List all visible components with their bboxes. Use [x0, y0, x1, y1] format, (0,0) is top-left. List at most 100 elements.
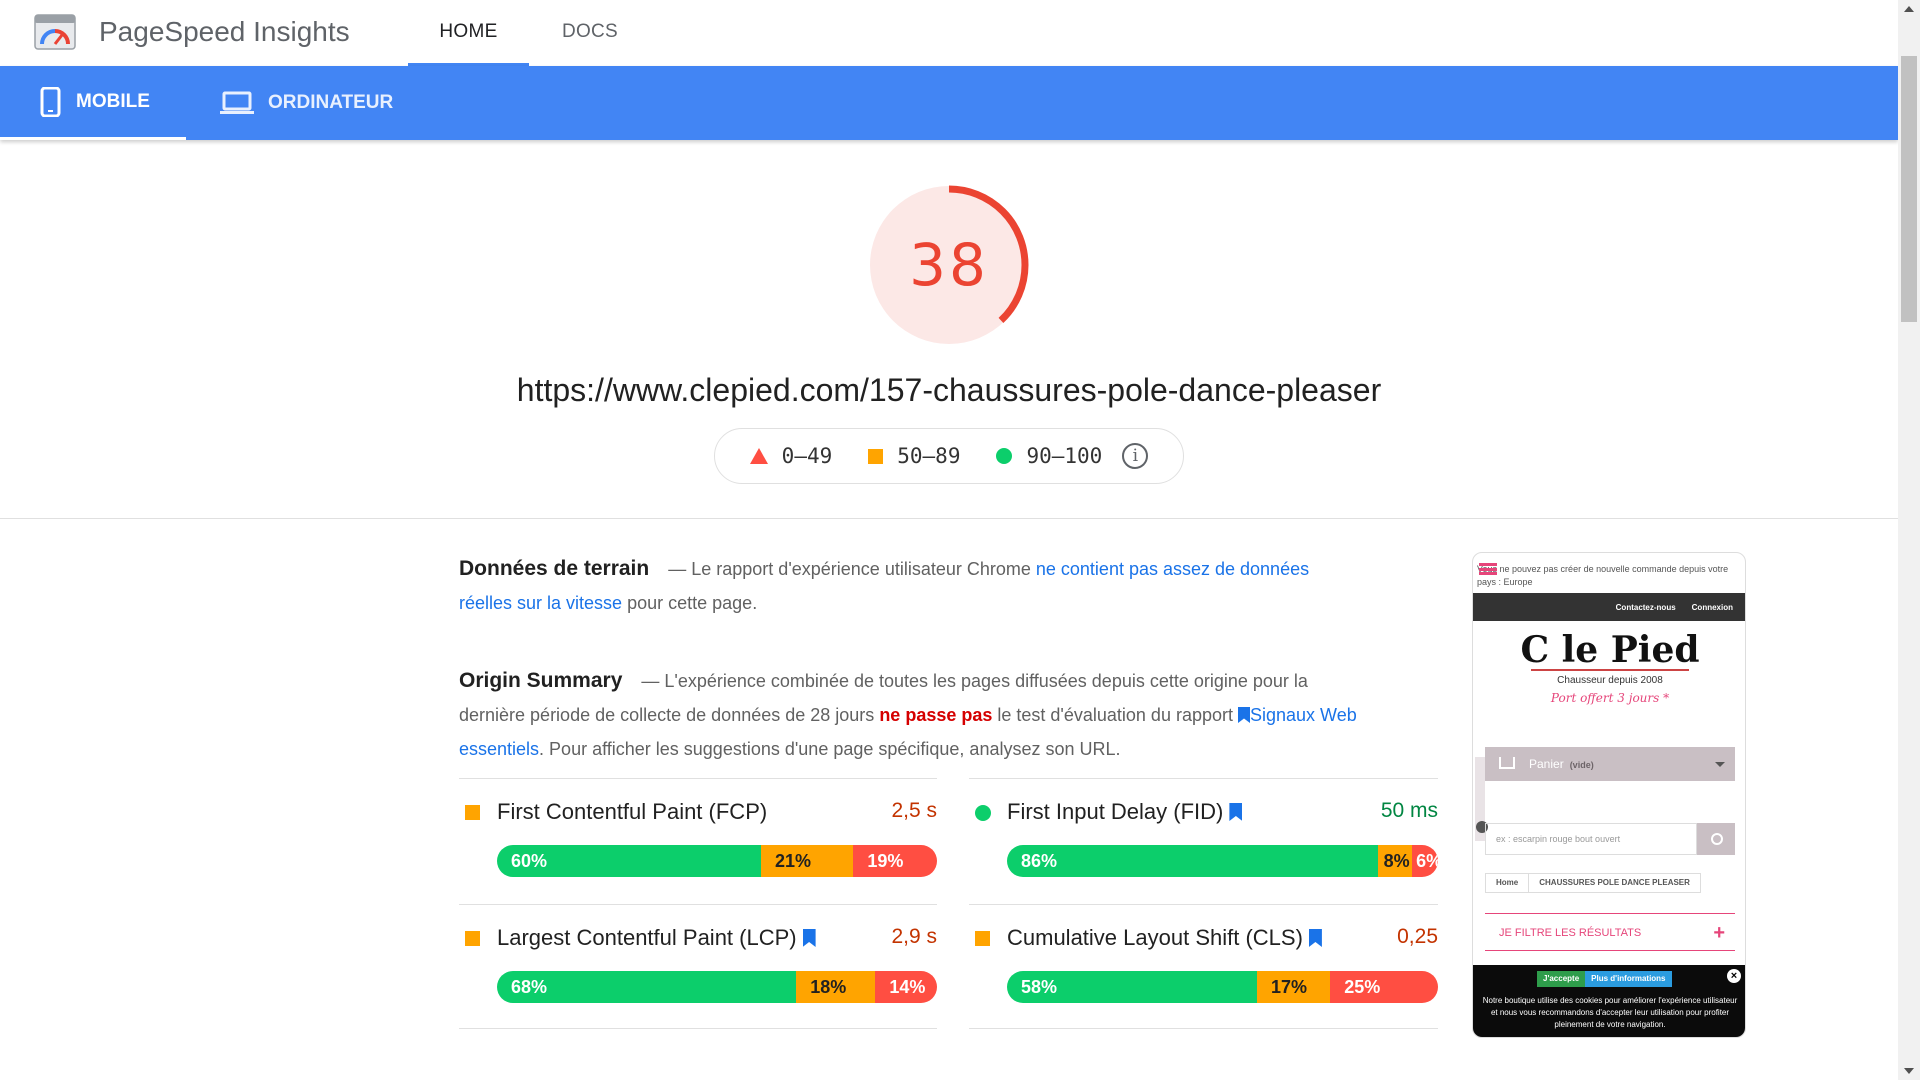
screenshot-cookie-more: Plus d'informations — [1585, 971, 1672, 987]
field-data-title: Données de terrain — [459, 557, 650, 580]
metric-name: First Input Delay (FID) — [1007, 799, 1224, 824]
screenshot-filter-label: JE FILTRE LES RÉSULTATS — [1499, 927, 1642, 939]
origin-summary-verdict: ne passe pas — [879, 705, 993, 725]
metric-value: 2,5 s — [891, 799, 937, 822]
square-icon — [465, 805, 480, 820]
square-icon — [975, 931, 990, 946]
legend-item-poor: 0–49 — [749, 444, 833, 468]
field-data-text-1: — Le rapport d'expérience utilisateur Ch… — [668, 559, 1031, 579]
tab-desktop[interactable]: ORDINATEUR — [220, 66, 420, 140]
distribution-good: 86% — [1007, 845, 1378, 877]
distribution-poor: 19% — [853, 845, 937, 877]
distribution-good: 58% — [1007, 971, 1257, 1003]
legend-item-good: 90–100 — [996, 444, 1102, 468]
cart-icon — [1499, 757, 1515, 769]
field-data-text-2: pour cette page. — [627, 593, 758, 613]
distribution-average: 8% — [1377, 845, 1413, 877]
screenshot-filter: JE FILTRE LES RÉSULTATS + — [1485, 913, 1735, 951]
screenshot-shipping: Port offert 3 jours * — [1550, 691, 1670, 705]
tab-home[interactable]: HOME — [408, 0, 529, 66]
metric-name: First Contentful Paint (FCP) — [497, 799, 768, 824]
search-icon — [1697, 823, 1735, 855]
screenshot-top-links: Contactez-nous Connexion — [1473, 593, 1745, 621]
circle-icon — [996, 448, 1013, 464]
distribution-bar: 86% 8% 6% — [1007, 845, 1438, 877]
screenshot-tagline: Chausseur depuis 2008 — [1557, 675, 1663, 686]
distribution-good: 60% — [497, 845, 761, 877]
origin-summary-section: Origin Summary — L'expérience combinée d… — [459, 664, 1359, 766]
metric-name: Cumulative Layout Shift (CLS) — [1007, 925, 1303, 950]
tab-mobile[interactable]: MOBILE — [0, 66, 186, 140]
scroll-up-arrow-icon[interactable] — [1904, 6, 1914, 12]
screenshot-cookie-banner: J'accepte Plus d'informations × Notre bo… — [1473, 965, 1745, 1037]
distribution-poor: 14% — [875, 971, 937, 1003]
square-icon — [868, 448, 884, 464]
app-title: PageSpeed Insights — [99, 16, 350, 47]
screenshot-cookie-accept: J'accepte — [1537, 971, 1586, 987]
performance-score: 38 — [909, 231, 989, 299]
screenshot-notice: Vous ne pouvez pas créer de nouvelle com… — [1477, 564, 1729, 587]
distribution-bar: 68% 18% 14% — [497, 971, 937, 1003]
circle-icon — [975, 805, 991, 821]
analyzed-url: https://www.clepied.com/157-chaussures-p… — [516, 372, 1382, 408]
triangle-icon — [749, 448, 768, 464]
distribution-poor: 6% — [1412, 845, 1438, 877]
screenshot-breadcrumb: Home CHAUSSURES POLE DANCE PLEASER — [1485, 873, 1701, 893]
distribution-bar: 58% 17% 25% — [1007, 971, 1438, 1003]
metric-name: Largest Contentful Paint (LCP) — [497, 925, 797, 950]
info-icon[interactable]: i — [1122, 443, 1149, 469]
metric-fid[interactable]: First Input Delay (FID) 50 ms 86% 8% 6% — [969, 778, 1438, 904]
metric-value: 50 ms — [1380, 799, 1438, 822]
metric-fcp[interactable]: First Contentful Paint (FCP) 2,5 s 60% 2… — [459, 778, 937, 904]
legend-label-poor: 0–49 — [781, 444, 833, 468]
page-screenshot-thumbnail[interactable]: Vous ne pouvez pas créer de nouvelle com… — [1472, 552, 1746, 1038]
tab-docs[interactable]: DOCS — [540, 0, 640, 66]
screenshot-logo-underline — [1531, 669, 1689, 671]
screenshot-search: ex : escarpin rouge bout ouvert — [1485, 823, 1697, 855]
distribution-bar: 60% 21% 19% — [497, 845, 937, 877]
hamburger-menu-icon — [1479, 563, 1497, 575]
screenshot-breadcrumb-home: Home — [1486, 874, 1530, 892]
smartphone-icon — [40, 86, 61, 117]
metric-divider — [969, 1028, 1438, 1029]
bookmark-icon — [1238, 707, 1250, 723]
metric-value: 2,9 s — [891, 925, 937, 948]
origin-summary-title: Origin Summary — [459, 669, 623, 692]
distribution-average: 17% — [1256, 971, 1331, 1003]
laptop-icon — [220, 91, 254, 114]
close-icon: × — [1727, 969, 1741, 983]
scrollbar[interactable] — [1898, 0, 1920, 1080]
screenshot-cookie-text: Notre boutique utilise des cookies pour … — [1482, 996, 1738, 1029]
field-data-section: Données de terrain — Le rapport d'expéri… — [459, 552, 1359, 620]
bookmark-icon — [1308, 929, 1322, 947]
screenshot-cart-state: (vide) — [1569, 760, 1594, 770]
tab-mobile-label: MOBILE — [76, 90, 150, 112]
metric-cls[interactable]: Cumulative Layout Shift (CLS) 0,25 58% 1… — [969, 904, 1438, 1030]
plus-icon: + — [1713, 922, 1725, 944]
metric-value: 0,25 — [1397, 925, 1438, 948]
metric-lcp[interactable]: Largest Contentful Paint (LCP) 2,9 s 68%… — [459, 904, 937, 1030]
section-divider — [0, 518, 1898, 519]
screenshot-breadcrumb-category: CHAUSSURES POLE DANCE PLEASER — [1539, 878, 1690, 887]
chevron-down-icon — [1715, 762, 1725, 767]
screenshot-contact-link: Contactez-nous — [1615, 602, 1676, 612]
pagespeed-logo-icon[interactable] — [34, 14, 76, 50]
legend-label-average: 50–89 — [897, 444, 961, 468]
bookmark-icon — [802, 929, 816, 947]
distribution-good: 68% — [497, 971, 797, 1003]
distribution-poor: 25% — [1330, 971, 1438, 1003]
distribution-average: 18% — [796, 971, 876, 1003]
origin-summary-text-3: . Pour afficher les suggestions d'une pa… — [539, 739, 1121, 759]
distribution-average: 21% — [761, 845, 854, 877]
scrollbar-thumb[interactable] — [1901, 56, 1917, 322]
screenshot-login-link: Connexion — [1691, 602, 1733, 612]
tab-desktop-label: ORDINATEUR — [268, 92, 394, 113]
screenshot-cart: Panier (vide) — [1485, 747, 1735, 781]
metric-divider — [459, 1028, 937, 1029]
device-bar: MOBILE ORDINATEUR — [0, 66, 1898, 140]
screenshot-logo: C le Pied — [1520, 629, 1700, 671]
legend-label-good: 90–100 — [1026, 444, 1103, 468]
legend-item-average: 50–89 — [868, 444, 960, 468]
scroll-down-arrow-icon[interactable] — [1904, 1068, 1914, 1074]
score-legend: 0–49 50–89 90–100 i — [714, 428, 1184, 484]
